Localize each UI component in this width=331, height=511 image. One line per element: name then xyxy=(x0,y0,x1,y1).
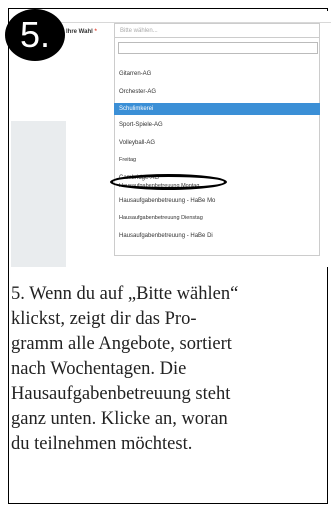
option-schulimkerei[interactable]: Schulimkerei xyxy=(114,103,320,115)
group-header-hausaufgaben-dienstag: Hausaufgabenbetreuung Dienstag xyxy=(119,215,203,221)
instruction-line: ganz unten. Klicke an, woran xyxy=(11,409,228,429)
group-header-freitag: Freitag xyxy=(119,157,137,163)
choice-select[interactable]: Bitte wählen... xyxy=(114,23,320,38)
required-marker: * xyxy=(94,29,97,35)
dropdown-search-input[interactable] xyxy=(118,42,318,54)
option-sport-spiele-ag[interactable]: Sport-Spiele-AG xyxy=(114,122,320,128)
instruction-line: gramm alle Angebote, sortiert xyxy=(11,334,232,354)
instruction-line: klickst, zeigt dir das Pro- xyxy=(11,309,197,329)
instruction-line: 5. Wenn du auf „Bitte wählen“ xyxy=(11,284,239,304)
instruction-line: du teilnehmen möchtest. xyxy=(11,434,193,454)
instruction-line: Hausaufgabenbetreuung steht xyxy=(11,384,231,404)
option-volleyball-ag[interactable]: Volleyball-AG xyxy=(114,140,320,146)
step-number-badge: 5. xyxy=(5,9,65,61)
choice-label: Ihre Wahl * xyxy=(66,29,97,35)
left-panel xyxy=(11,121,66,267)
option-gitarren-ag[interactable]: Gitarren-AG xyxy=(114,71,320,77)
option-habe-mo[interactable]: Hausaufgabenbetreuung - HaBe Mo xyxy=(114,198,320,204)
highlight-oval xyxy=(110,174,227,190)
instruction-line: nach Wochentagen. Die xyxy=(11,359,187,379)
option-orchester-ag[interactable]: Orchester-AG xyxy=(114,89,320,95)
choice-label-text: Ihre Wahl xyxy=(66,29,93,35)
option-habe-di[interactable]: Hausaufgabenbetreuung - HaBe Di xyxy=(114,233,320,239)
instruction-text: 5. Wenn du auf „Bitte wählen“ klickst, z… xyxy=(11,282,331,457)
